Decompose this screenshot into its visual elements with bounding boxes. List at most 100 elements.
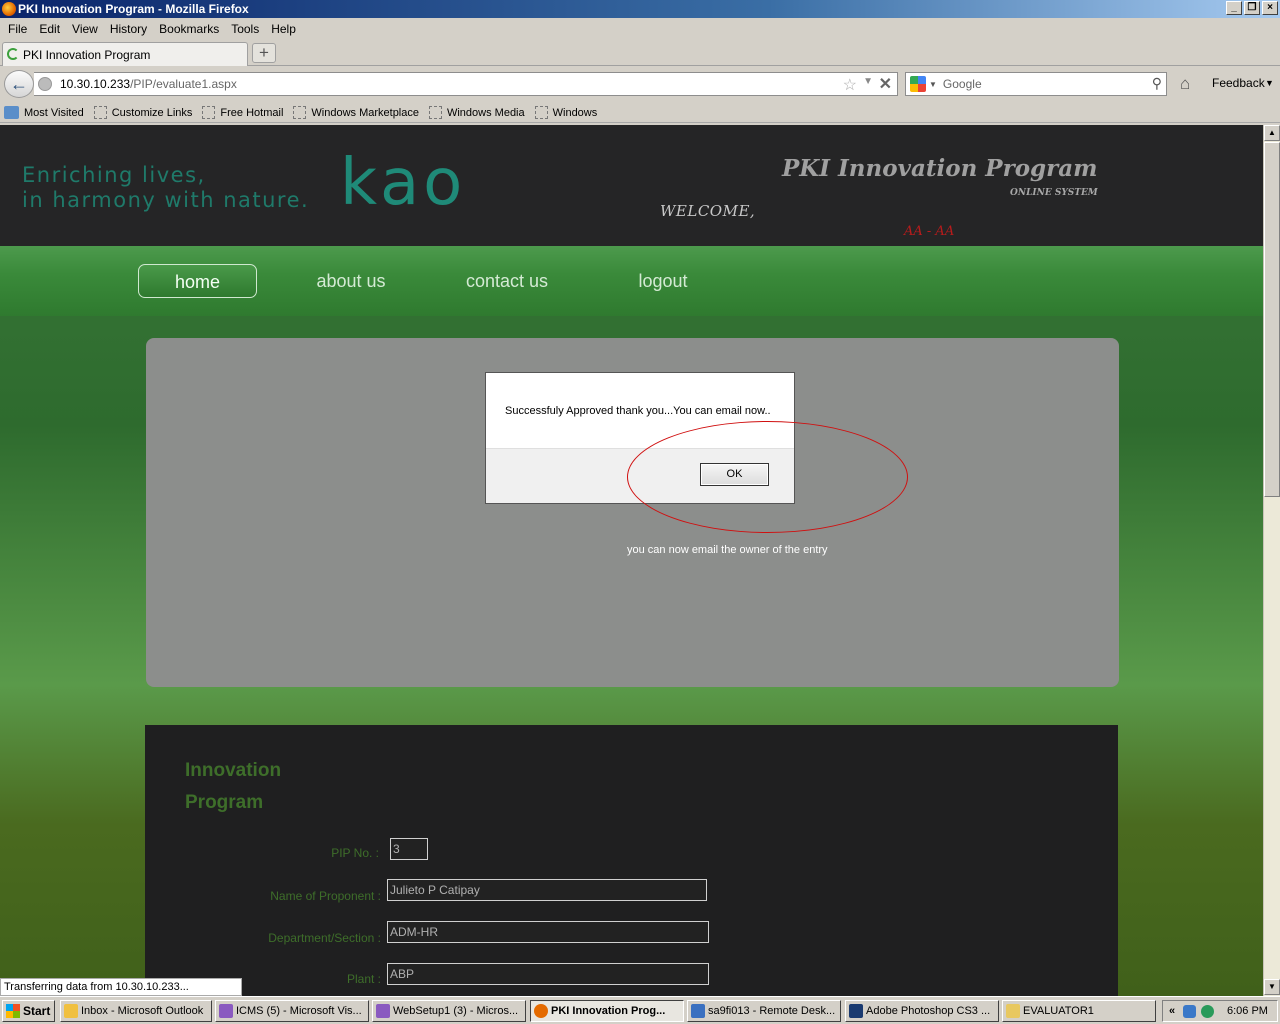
scroll-up-arrow-icon[interactable]: ▲ bbox=[1264, 125, 1280, 141]
bookmark-page-icon bbox=[93, 106, 107, 119]
form-title-line-1: Innovation bbox=[185, 760, 282, 781]
department-section-field[interactable]: ADM-HR bbox=[387, 921, 709, 943]
new-tab-button[interactable]: + bbox=[252, 43, 276, 63]
email-note: you can now email the owner of the entry bbox=[627, 544, 828, 556]
menu-help[interactable]: Help bbox=[265, 22, 302, 36]
firefox-icon bbox=[534, 1004, 548, 1018]
task-outlook-inbox[interactable]: Inbox - Microsoft Outlook bbox=[60, 1000, 212, 1022]
minimize-button[interactable]: _ bbox=[1226, 1, 1242, 15]
bookmark-windows[interactable]: Windows bbox=[534, 106, 598, 119]
task-icms-visual-studio[interactable]: ICMS (5) - Microsoft Vis... bbox=[215, 1000, 369, 1022]
task-label: EVALUATOR1 bbox=[1023, 1005, 1094, 1017]
kao-tagline: Enriching lives, in harmony with nature. bbox=[22, 163, 309, 213]
menu-tools[interactable]: Tools bbox=[225, 22, 265, 36]
task-photoshop[interactable]: Adobe Photoshop CS3 ... bbox=[845, 1000, 999, 1022]
globe-icon[interactable] bbox=[1201, 1005, 1214, 1018]
plant-label: Plant : bbox=[346, 972, 381, 986]
feedback-dropdown-icon[interactable]: ▼ bbox=[1265, 78, 1274, 88]
pip-no-field[interactable]: 3 bbox=[390, 838, 428, 860]
nav-about-us[interactable]: about us bbox=[296, 264, 406, 298]
program-title: PKI Innovation Program bbox=[782, 155, 1098, 182]
url-host: 10.30.10.233 bbox=[60, 77, 131, 91]
bookmark-label: Free Hotmail bbox=[220, 106, 284, 119]
scroll-down-arrow-icon[interactable]: ▼ bbox=[1264, 979, 1280, 995]
nav-contact-us[interactable]: contact us bbox=[452, 264, 562, 298]
menu-view[interactable]: View bbox=[66, 22, 104, 36]
back-button[interactable]: ← bbox=[4, 70, 34, 98]
search-icon[interactable]: ⚲ bbox=[1152, 75, 1162, 92]
search-bar[interactable]: ▼ Google ⚲ bbox=[905, 72, 1167, 96]
bookmark-windows-marketplace[interactable]: Windows Marketplace bbox=[293, 106, 419, 119]
name-of-proponent-label: Name of Proponent : bbox=[270, 889, 381, 903]
tab-label: PKI Innovation Program bbox=[23, 47, 151, 62]
home-icon[interactable]: ⌂ bbox=[1180, 74, 1190, 94]
bookmark-customize-links[interactable]: Customize Links bbox=[93, 106, 192, 119]
search-engine-dropdown-icon[interactable]: ▼ bbox=[929, 80, 937, 89]
menu-file[interactable]: File bbox=[2, 22, 33, 36]
window-title-bar: PKI Innovation Program - Mozilla Firefox… bbox=[0, 0, 1280, 18]
site-header: Enriching lives, in harmony with nature.… bbox=[0, 125, 1263, 246]
stop-icon[interactable]: ✕ bbox=[879, 74, 892, 94]
system-tray: « 6:06 PM bbox=[1162, 1000, 1278, 1022]
clock[interactable]: 6:06 PM bbox=[1227, 1001, 1268, 1021]
ok-button[interactable]: OK bbox=[700, 463, 769, 486]
network-icon[interactable] bbox=[1183, 1005, 1196, 1018]
tray-expand-icon[interactable]: « bbox=[1169, 1001, 1175, 1021]
task-remote-desktop[interactable]: sa9fi013 - Remote Desk... bbox=[687, 1000, 841, 1022]
task-label: sa9fi013 - Remote Desk... bbox=[708, 1005, 836, 1017]
bookmark-label: Most Visited bbox=[24, 106, 84, 119]
online-system-label: ONLINE SYSTEM bbox=[1010, 188, 1098, 198]
task-label: PKI Innovation Prog... bbox=[551, 1005, 666, 1017]
tagline-line-1: Enriching lives, bbox=[22, 163, 206, 187]
task-label: ICMS (5) - Microsoft Vis... bbox=[236, 1005, 362, 1017]
menu-bookmarks[interactable]: Bookmarks bbox=[153, 22, 225, 36]
start-label: Start bbox=[23, 1004, 51, 1018]
url-history-dropdown-icon[interactable]: ▼ bbox=[863, 76, 873, 87]
bookmark-page-icon bbox=[293, 106, 307, 119]
menu-edit[interactable]: Edit bbox=[33, 22, 66, 36]
loading-spinner-icon bbox=[7, 48, 19, 60]
welcome-label: WELCOME, bbox=[660, 202, 756, 220]
task-websetup-visual-studio[interactable]: WebSetup1 (3) - Micros... bbox=[372, 1000, 526, 1022]
site-identity-icon[interactable] bbox=[38, 77, 52, 91]
task-evaluator1-folder[interactable]: EVALUATOR1 bbox=[1002, 1000, 1156, 1022]
task-firefox-pki[interactable]: PKI Innovation Prog... bbox=[530, 1000, 684, 1022]
bookmark-windows-media[interactable]: Windows Media bbox=[428, 106, 525, 119]
alert-dialog: Successfuly Approved thank you...You can… bbox=[485, 372, 795, 504]
nav-logout[interactable]: logout bbox=[612, 264, 714, 298]
outlook-icon bbox=[64, 1004, 78, 1018]
nav-home[interactable]: home bbox=[138, 264, 257, 298]
bookmark-label: Windows bbox=[552, 106, 598, 119]
status-bar: Transferring data from 10.30.10.233... bbox=[0, 978, 242, 996]
window-title: PKI Innovation Program - Mozilla Firefox bbox=[18, 2, 249, 16]
menu-history[interactable]: History bbox=[104, 22, 153, 36]
tab-pki-innovation-program[interactable]: PKI Innovation Program bbox=[2, 42, 248, 66]
menu-bar: File Edit View History Bookmarks Tools H… bbox=[0, 19, 1280, 39]
search-input[interactable]: Google bbox=[943, 77, 982, 91]
plant-field[interactable]: ABP bbox=[387, 963, 709, 985]
url-bar[interactable]: 10.30.10.233/PIP/evaluate1.aspx ☆ ▼ ✕ bbox=[34, 72, 898, 96]
google-icon[interactable] bbox=[910, 76, 926, 92]
tagline-line-2: in harmony with nature. bbox=[22, 188, 310, 212]
vertical-scrollbar[interactable]: ▲ ▼ bbox=[1263, 125, 1280, 996]
name-of-proponent-field[interactable]: Julieto P Catipay bbox=[387, 879, 707, 901]
bookmark-free-hotmail[interactable]: Free Hotmail bbox=[202, 106, 283, 119]
most-visited-icon bbox=[4, 106, 19, 119]
firefox-icon bbox=[2, 2, 16, 16]
scrollbar-thumb[interactable] bbox=[1264, 142, 1280, 497]
windows-taskbar: Start Inbox - Microsoft Outlook ICMS (5)… bbox=[0, 996, 1280, 1024]
bookmark-page-icon bbox=[428, 106, 442, 119]
visual-studio-icon bbox=[219, 1004, 233, 1018]
user-name: AA - AA bbox=[904, 224, 955, 239]
bookmark-star-icon[interactable]: ☆ bbox=[843, 75, 857, 95]
close-button[interactable]: × bbox=[1262, 1, 1278, 15]
restore-button[interactable]: ❐ bbox=[1244, 1, 1260, 15]
feedback-button[interactable]: Feedback bbox=[1212, 76, 1265, 90]
start-button[interactable]: Start bbox=[2, 1000, 55, 1022]
tab-bar: PKI Innovation Program + bbox=[0, 40, 1280, 66]
form-title-line-2: Program bbox=[185, 792, 264, 813]
visual-studio-icon bbox=[376, 1004, 390, 1018]
bookmark-page-icon bbox=[534, 106, 548, 119]
bookmark-page-icon bbox=[202, 106, 216, 119]
bookmark-most-visited[interactable]: Most Visited bbox=[4, 106, 84, 119]
